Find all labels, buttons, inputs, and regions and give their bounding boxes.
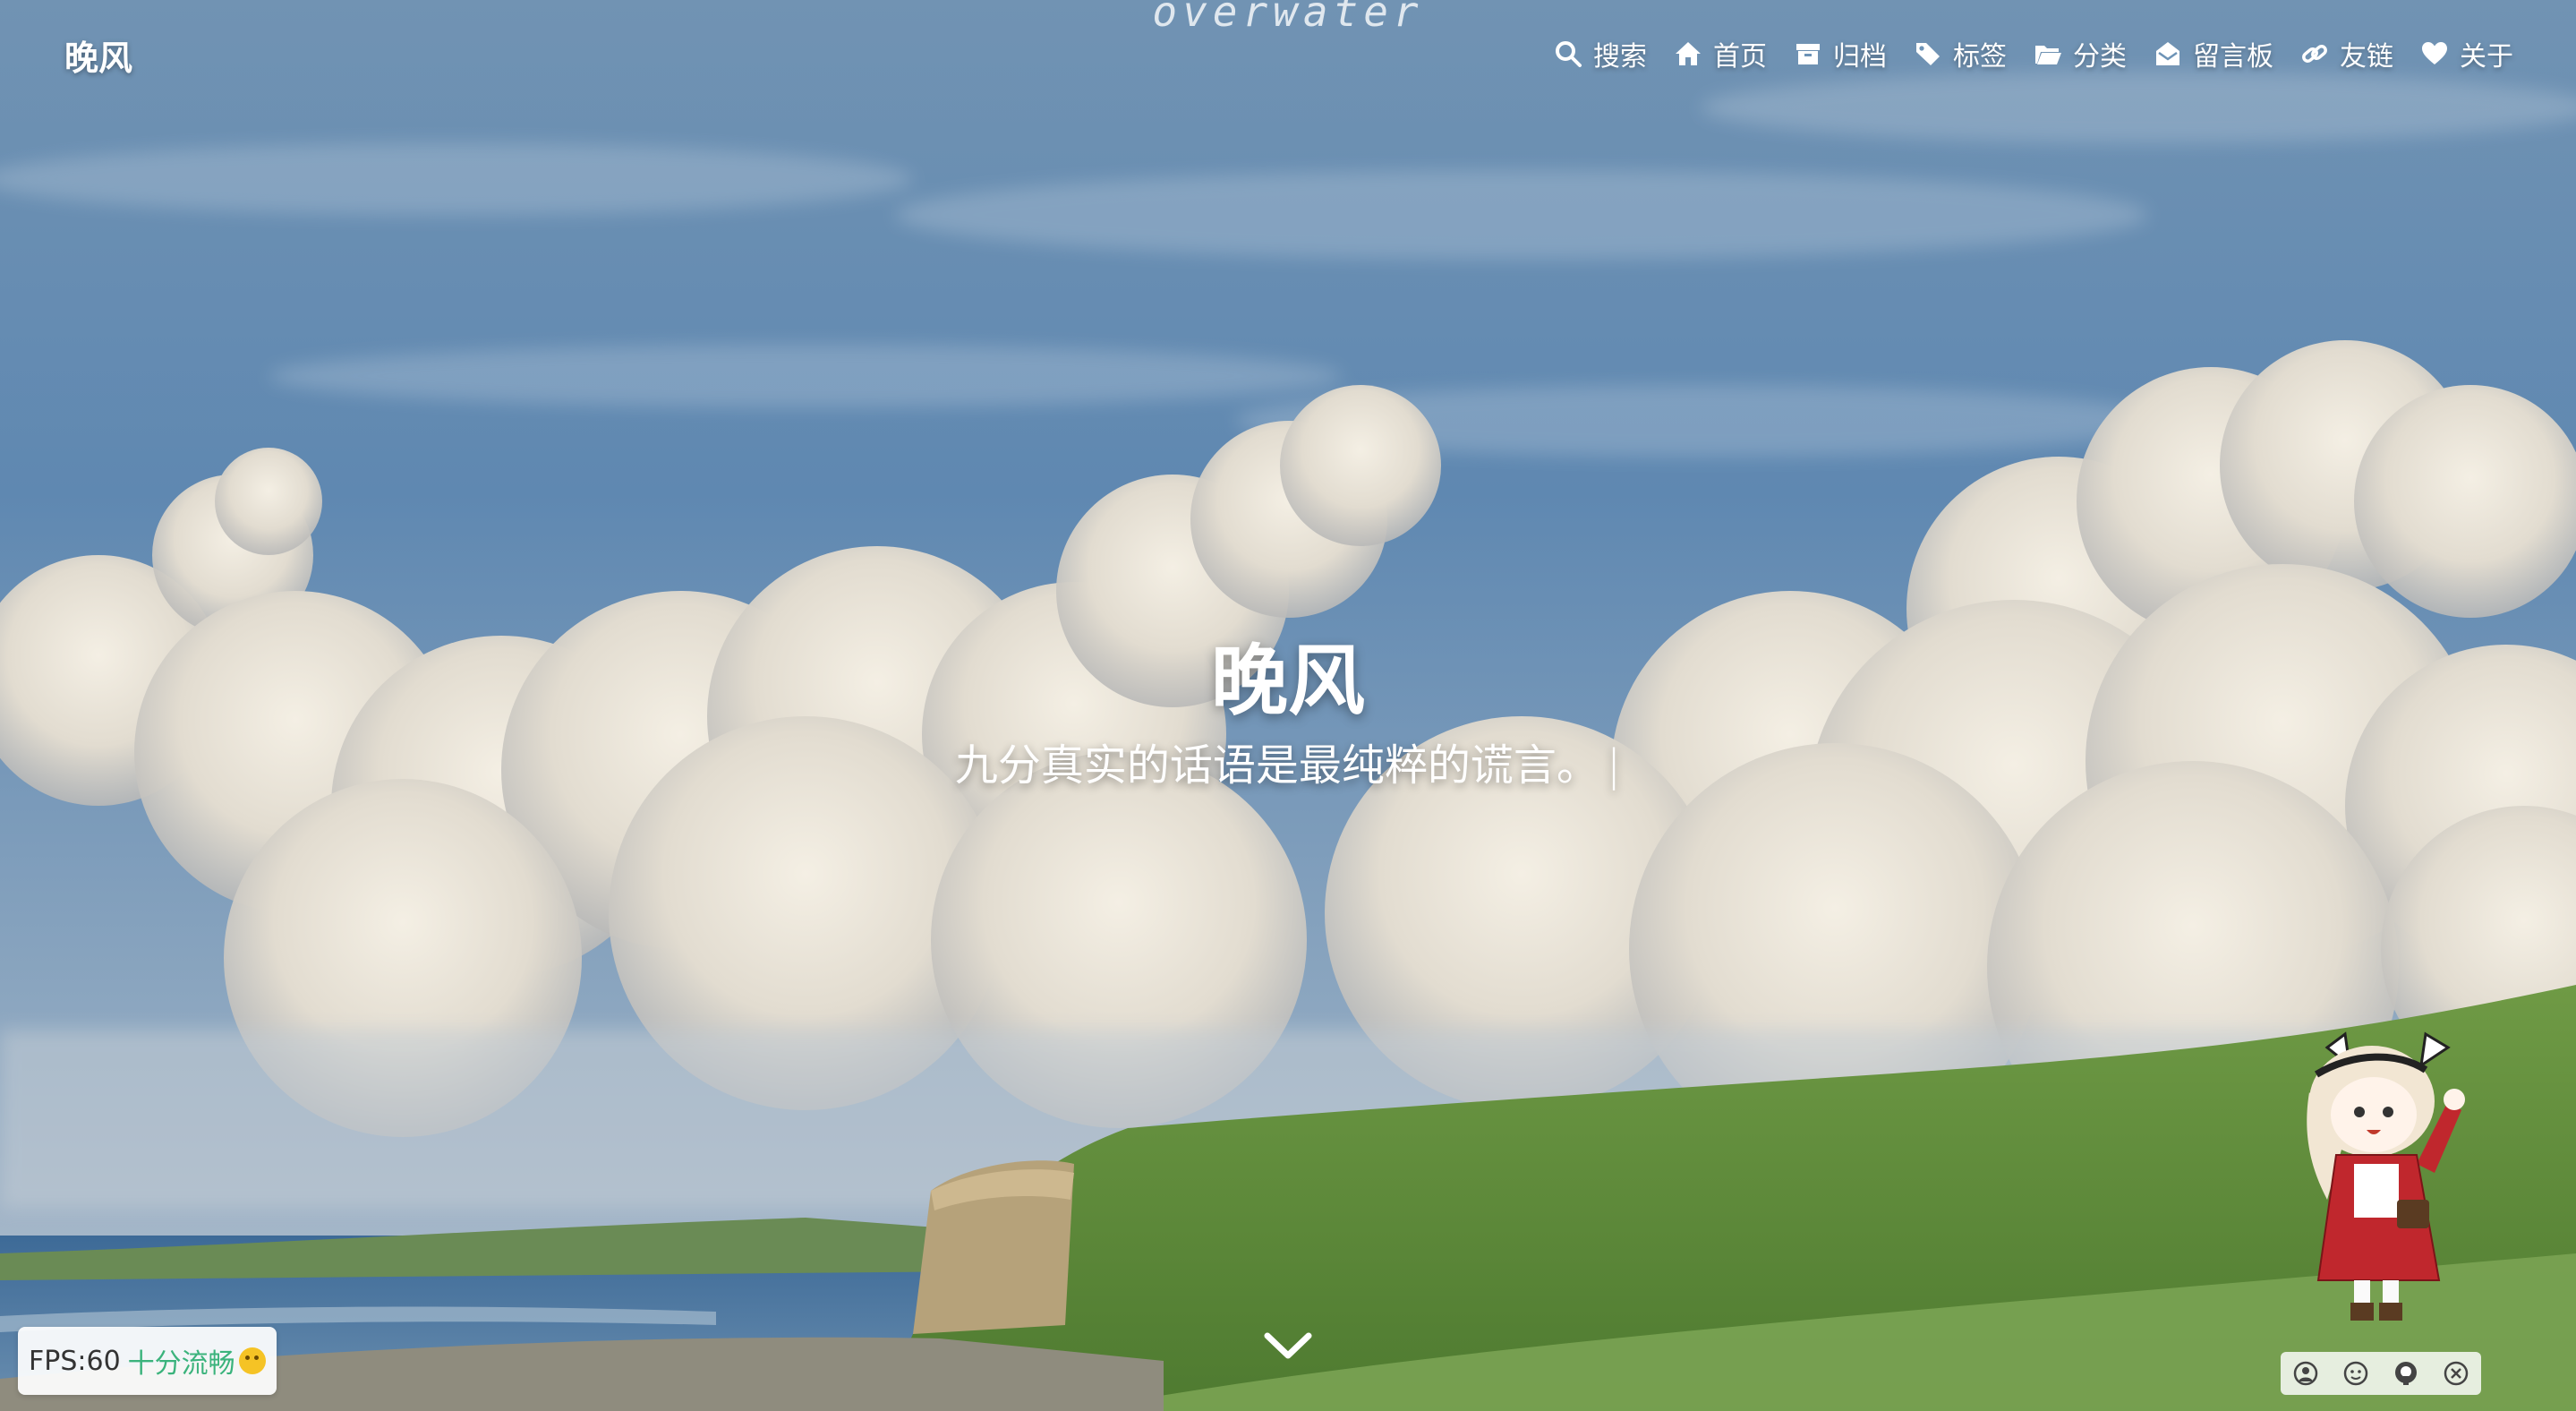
tag-icon — [1914, 39, 1942, 68]
nav-item-home[interactable]: 首页 — [1674, 34, 1767, 73]
nav-item-friend-links[interactable]: 友链 — [2300, 34, 2393, 73]
face-switch-icon[interactable] — [2342, 1360, 2369, 1387]
typed-subtitle-text: 九分真实的话语是最纯粹的谎言。 — [954, 740, 1599, 791]
grin-emoji-icon — [238, 1347, 266, 1374]
site-name[interactable]: 晚风 — [64, 30, 132, 80]
mascot-character-image — [2307, 1031, 2465, 1321]
nav-item-about[interactable]: 关于 — [2420, 34, 2513, 73]
nav-item-label: 搜索 — [1593, 41, 1647, 73]
message-board-icon — [2154, 39, 2182, 68]
hero-subtitle: 九分真实的话语是最纯粹的谎言。 | — [0, 730, 2576, 792]
fps-value: FPS:60 — [29, 1345, 121, 1377]
top-navigation: 晚风 overwater 搜索 首页 归档 标签 分类 留言板 友链 关于 — [0, 0, 2576, 107]
scroll-down-button[interactable] — [1262, 1329, 1314, 1364]
search-icon — [1554, 39, 1582, 68]
home-icon — [1674, 39, 1702, 68]
folder-icon — [2034, 39, 2062, 68]
nav-item-label: 友链 — [2340, 41, 2393, 73]
nav-item-message-board[interactable]: 留言板 — [2154, 34, 2273, 73]
nav-item-label: 首页 — [1713, 41, 1767, 73]
nav-menu: 搜索 首页 归档 标签 分类 留言板 友链 关于 — [1554, 34, 2513, 73]
hero-title: 晚风 — [1211, 637, 1365, 726]
nav-item-label: 归档 — [1833, 41, 1887, 73]
typing-caret: | — [1606, 740, 1622, 791]
nav-item-search[interactable]: 搜索 — [1554, 34, 1647, 73]
nav-item-tags[interactable]: 标签 — [1914, 34, 2007, 73]
chevron-down-icon — [1264, 1332, 1312, 1359]
live2d-toolbar — [2281, 1352, 2481, 1395]
close-icon[interactable] — [2443, 1360, 2469, 1387]
user-icon[interactable] — [2292, 1360, 2319, 1387]
nav-item-categories[interactable]: 分类 — [2034, 34, 2127, 73]
watermark-text: overwater — [1152, 0, 1424, 36]
nav-item-label: 标签 — [1953, 41, 2007, 73]
archive-icon — [1794, 39, 1822, 68]
link-icon — [2300, 39, 2329, 68]
nav-item-label: 分类 — [2073, 41, 2127, 73]
nav-item-label: 关于 — [2460, 41, 2513, 73]
heart-icon — [2420, 39, 2449, 68]
fps-status: 十分流畅 — [127, 1348, 235, 1380]
nav-item-label: 留言板 — [2193, 41, 2273, 73]
github-icon[interactable] — [2393, 1360, 2419, 1387]
live2d-mascot[interactable] — [2300, 1030, 2479, 1325]
fps-badge: FPS:60 十分流畅 — [18, 1327, 277, 1395]
nav-item-archive[interactable]: 归档 — [1794, 34, 1887, 73]
